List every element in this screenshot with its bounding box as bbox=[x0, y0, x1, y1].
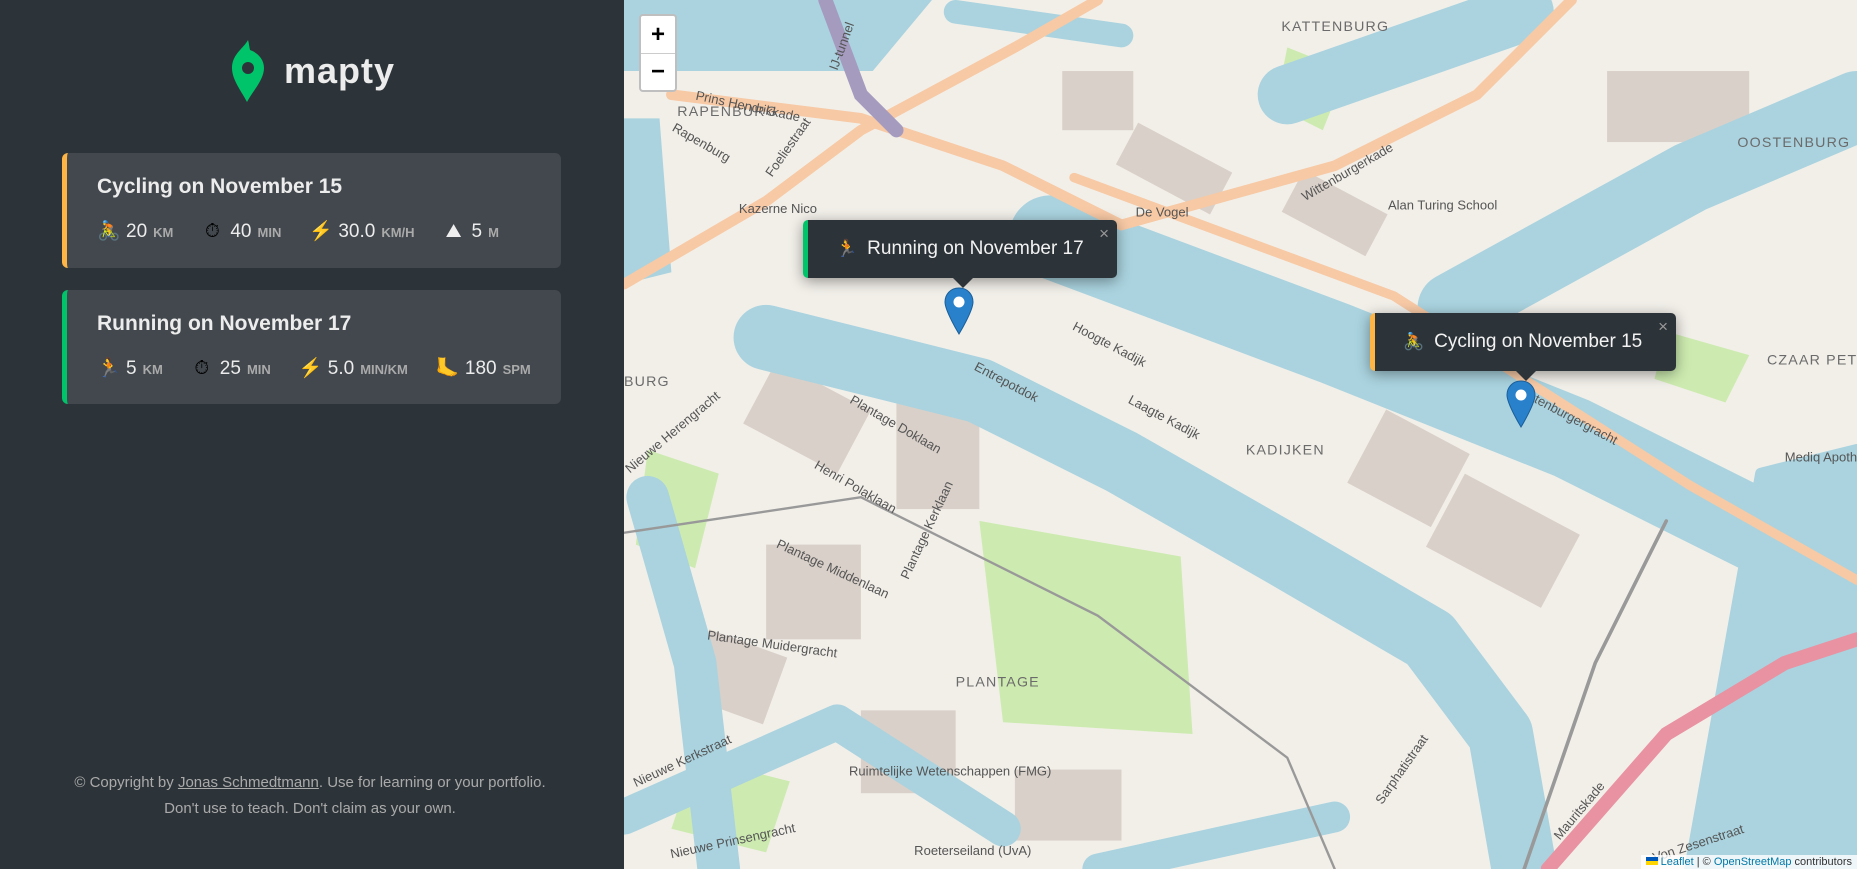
workout-title: Running on November 17 bbox=[97, 312, 352, 335]
map-marker-icon[interactable] bbox=[1506, 380, 1536, 428]
lightning-icon: ⚡ bbox=[298, 358, 323, 379]
map-label: CZAAR PET bbox=[1767, 353, 1857, 369]
duration-detail: ⏱ 40 min bbox=[201, 221, 281, 243]
zoom-in-button[interactable]: + bbox=[641, 16, 675, 53]
osm-link[interactable]: OpenStreetMap bbox=[1714, 856, 1792, 868]
pace-detail: ⚡ 5.0 min/km bbox=[299, 356, 408, 380]
map-label: KATTENBURG bbox=[1281, 19, 1389, 35]
attribution-tail: contributors bbox=[1791, 856, 1852, 868]
runner-icon: 🏃 bbox=[836, 239, 858, 258]
cyclist-icon: 🚴 bbox=[97, 221, 121, 242]
distance-unit: km bbox=[142, 362, 163, 377]
map-label: Henri Polaklaan bbox=[812, 457, 899, 516]
distance-detail: 🏃 5 km bbox=[97, 356, 163, 380]
duration-detail: ⏱ 25 min bbox=[191, 358, 271, 380]
cadence-unit: spm bbox=[502, 362, 531, 377]
map-attribution: Leaflet | © OpenStreetMap contributors bbox=[1640, 855, 1857, 869]
map-label: Sarphatistraat bbox=[1372, 732, 1431, 807]
distance-value: 20 bbox=[126, 221, 148, 242]
stopwatch-icon: ⏱ bbox=[204, 221, 220, 242]
map-label: Alan Turing School bbox=[1388, 198, 1497, 213]
map-label: Rapenburg bbox=[670, 120, 733, 165]
attribution-sep: | © bbox=[1693, 856, 1714, 868]
distance-detail: 🚴 20 km bbox=[97, 219, 173, 243]
speed-unit: km/h bbox=[381, 225, 415, 240]
elevation-value: 5 bbox=[471, 221, 483, 242]
popup-text: Running on November 17 bbox=[867, 238, 1084, 259]
mountain-icon: ⛰ bbox=[445, 221, 462, 242]
map-label: Ruimtelijke Wetenschappen (FMG) bbox=[849, 763, 1051, 778]
map-tiles[interactable]: KATTENBURG RAPENBURG OOSTENBURG KADIJKEN… bbox=[624, 0, 1857, 869]
map-marker-icon[interactable] bbox=[944, 287, 974, 335]
cadence-value: 180 bbox=[464, 358, 497, 379]
map-label: Hoogte Kadijk bbox=[1070, 319, 1149, 371]
workout-card-running[interactable]: Running on November 17 🏃 5 km ⏱ 25 min ⚡ 5.0 m… bbox=[62, 290, 561, 404]
speed-value: 30.0 bbox=[338, 221, 376, 242]
runner-icon: 🏃 bbox=[97, 358, 121, 379]
map-label: Kazerne Nico bbox=[739, 201, 817, 216]
cadence-detail: 🦶 180 spm bbox=[436, 356, 531, 380]
cyclist-icon: 🚴 bbox=[1403, 332, 1425, 351]
lightning-icon: ⚡ bbox=[309, 221, 334, 242]
sidebar: mapty Cycling on November 15 🚴 20 km ⏱ 40 mi… bbox=[0, 0, 624, 869]
map-label: BURG bbox=[624, 374, 670, 390]
speed-detail: ⚡ 30.0 km/h bbox=[309, 219, 414, 243]
elevation-detail: ⛰ 5 m bbox=[443, 221, 499, 243]
foot-icon: 🦶 bbox=[435, 358, 460, 379]
duration-unit: min bbox=[246, 362, 271, 377]
map-pin-logo-icon bbox=[232, 40, 264, 102]
distance-unit: km bbox=[153, 225, 174, 240]
popup-text: Cycling on November 15 bbox=[1434, 331, 1643, 352]
close-icon[interactable]: × bbox=[1658, 317, 1668, 337]
map[interactable]: KATTENBURG RAPENBURG OOSTENBURG KADIJKEN… bbox=[624, 0, 1857, 869]
close-icon[interactable]: × bbox=[1099, 224, 1109, 244]
duration-unit: min bbox=[257, 225, 282, 240]
map-label: Roeterseiland (UvA) bbox=[914, 843, 1031, 858]
zoom-control: + − bbox=[639, 14, 677, 92]
map-label: Mediq Apotheek Czaar Peter bbox=[1785, 450, 1857, 465]
copyright-footer: © Copyright by Jonas Schmedtmann. Use fo… bbox=[60, 770, 560, 822]
workout-card-cycling[interactable]: Cycling on November 15 🚴 20 km ⏱ 40 min ⚡ 30.… bbox=[62, 153, 561, 268]
leaflet-link[interactable]: Leaflet bbox=[1661, 856, 1694, 868]
map-label: PLANTAGE bbox=[956, 675, 1040, 691]
footer-prefix: © Copyright by bbox=[74, 774, 178, 791]
popup-cycling[interactable]: 🚴 Cycling on November 15 × bbox=[1370, 313, 1676, 381]
elevation-unit: m bbox=[488, 225, 499, 240]
pace-unit: min/km bbox=[360, 362, 408, 377]
stopwatch-icon: ⏱ bbox=[194, 358, 210, 379]
popup-running[interactable]: 🏃 Running on November 17 × bbox=[803, 220, 1117, 288]
distance-value: 5 bbox=[126, 358, 137, 379]
ukraine-flag-icon bbox=[1645, 857, 1658, 865]
logo: mapty bbox=[230, 38, 395, 104]
workout-title: Cycling on November 15 bbox=[97, 175, 343, 198]
pace-value: 5.0 bbox=[327, 358, 355, 379]
map-label: KADIJKEN bbox=[1246, 443, 1325, 459]
app-name: mapty bbox=[284, 50, 396, 91]
duration-value: 25 bbox=[219, 358, 241, 379]
author-link[interactable]: Jonas Schmedtmann bbox=[178, 774, 319, 791]
map-label: De Vogel bbox=[1136, 205, 1189, 220]
map-label: OOSTENBURG bbox=[1737, 135, 1850, 151]
zoom-out-button[interactable]: − bbox=[641, 53, 675, 90]
duration-value: 40 bbox=[230, 221, 252, 242]
